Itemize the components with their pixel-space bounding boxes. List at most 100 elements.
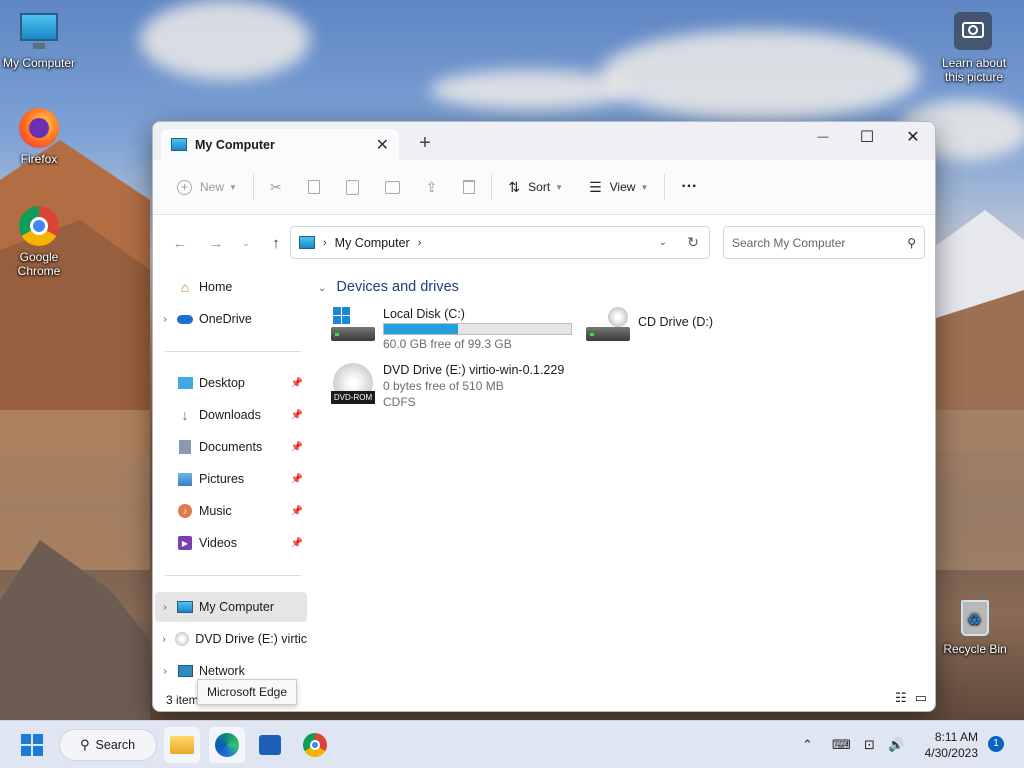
chrome-icon — [303, 733, 327, 757]
title-bar[interactable]: My Computer ✕ + — ☐ ✕ — [153, 122, 935, 160]
network-status-icon[interactable]: ⊡ — [864, 737, 875, 753]
search-icon: ⚲ — [80, 737, 90, 752]
tiles-view-icon[interactable]: ▭ — [915, 690, 927, 706]
copy-icon — [307, 180, 320, 194]
separator — [664, 174, 666, 200]
sidebar-item-onedrive[interactable]: › OneDrive — [155, 304, 307, 334]
copy-button[interactable] — [302, 171, 326, 203]
disk-usage-fill — [384, 324, 459, 334]
close-button[interactable]: ✕ — [890, 122, 935, 152]
up-button[interactable]: ↑ — [261, 235, 291, 252]
group-header[interactable]: ⌄ Devices and drives — [318, 279, 459, 295]
tooltip: Microsoft Edge — [197, 679, 298, 705]
drive-name: CD Drive (D:) — [638, 315, 713, 329]
sort-button[interactable]: ⇅ Sort ▼ — [502, 171, 569, 203]
maximize-button[interactable]: ☐ — [844, 122, 890, 152]
more-options-button[interactable]: ··· — [675, 171, 703, 203]
pin-icon[interactable]: 📌 — [291, 474, 303, 485]
new-label: New — [200, 180, 225, 194]
minimize-button[interactable]: — — [800, 122, 846, 152]
sidebar-item-label: Pictures — [199, 472, 245, 486]
desktop-icon-google-chrome[interactable]: Google Chrome — [0, 204, 78, 278]
trash-icon — [463, 180, 476, 194]
taskbar-store[interactable] — [252, 727, 288, 763]
desktop-icon-my-computer[interactable]: My Computer — [0, 10, 78, 70]
paste-button[interactable] — [340, 171, 365, 203]
clock-time: 8:11 AM — [934, 730, 978, 744]
firefox-icon — [17, 106, 61, 150]
keyboard-icon[interactable]: ⌨ — [832, 737, 851, 753]
picture-icon — [175, 471, 195, 487]
desktop-icon-recycle-bin[interactable]: ♻ Recycle Bin — [936, 596, 1014, 656]
chevron-right-icon[interactable]: › — [155, 634, 173, 645]
new-tab-button[interactable]: + — [415, 132, 435, 155]
share-button[interactable]: ⇪ — [420, 171, 444, 203]
view-icon: ☰ — [589, 178, 602, 195]
refresh-icon[interactable]: ↻ — [687, 234, 699, 251]
start-button[interactable] — [14, 727, 50, 763]
clock[interactable]: 8:11 AM 4/30/2023 — [925, 729, 978, 761]
search-input[interactable] — [732, 235, 908, 250]
delete-button[interactable] — [457, 171, 481, 203]
new-button[interactable]: + New ▼ — [171, 171, 243, 203]
view-toggle: ☷ ▭ — [895, 690, 927, 706]
learn-about-picture[interactable]: Learn about this picture — [935, 10, 1013, 84]
cut-button[interactable]: ✂ — [264, 171, 288, 203]
pin-icon[interactable]: 📌 — [291, 410, 303, 421]
taskbar-chrome[interactable] — [297, 727, 333, 763]
chevron-right-icon: › — [417, 236, 422, 249]
taskbar-edge[interactable] — [209, 727, 245, 763]
show-hidden-icons-button[interactable]: ⌃ — [802, 737, 813, 753]
back-button[interactable]: ← — [165, 235, 195, 252]
sidebar-item-downloads[interactable]: ↓ Downloads 📌 — [155, 400, 307, 430]
taskbar-file-explorer[interactable] — [164, 727, 200, 763]
chevron-down-icon: ▼ — [229, 182, 237, 192]
cloud — [430, 70, 630, 110]
pin-icon[interactable]: 📌 — [291, 442, 303, 453]
chevron-right-icon[interactable]: › — [155, 666, 175, 677]
details-view-icon[interactable]: ☷ — [895, 690, 907, 706]
drive-local-disk-c[interactable]: Local Disk (C:) 60.0 GB free of 99.3 GB — [331, 307, 572, 351]
chevron-right-icon[interactable]: › — [155, 602, 175, 613]
search-box[interactable]: ⚲ — [723, 226, 925, 259]
pin-icon[interactable]: 📌 — [291, 538, 303, 549]
pin-icon[interactable]: 📌 — [291, 378, 303, 389]
recent-locations-button[interactable]: ⌄ — [231, 238, 261, 249]
forward-button[interactable]: → — [201, 235, 231, 252]
drive-dvd-e[interactable]: DVD-ROM DVD Drive (E:) virtio-win-0.1.22… — [331, 363, 564, 409]
address-dropdown-button[interactable]: ⌄ — [659, 237, 667, 248]
notification-badge[interactable]: 1 — [988, 736, 1004, 752]
sort-icon: ⇅ — [508, 178, 521, 195]
volume-icon[interactable]: 🔊 — [888, 737, 904, 753]
separator — [252, 174, 254, 200]
sidebar-item-label: Documents — [199, 440, 263, 454]
view-label: View — [609, 180, 636, 194]
music-icon: ♪ — [175, 503, 195, 519]
sidebar-item-dvd-drive[interactable]: › DVD Drive (E:) virtic — [155, 624, 307, 654]
sidebar-item-my-computer[interactable]: › My Computer — [155, 592, 307, 622]
cloud — [140, 0, 310, 80]
tab-close-button[interactable]: ✕ — [376, 135, 389, 155]
search-icon: ⚲ — [907, 235, 916, 250]
sidebar-item-pictures[interactable]: Pictures 📌 — [155, 464, 307, 494]
folder-icon — [170, 736, 194, 754]
desktop-icon-firefox[interactable]: Firefox — [0, 106, 78, 166]
dvd-rom-label: DVD-ROM — [331, 391, 375, 404]
drive-cd-d[interactable]: CD Drive (D:) — [586, 307, 713, 345]
sidebar-item-videos[interactable]: ▶ Videos 📌 — [155, 528, 307, 558]
rename-button[interactable] — [379, 171, 406, 203]
sort-label: Sort — [528, 180, 551, 194]
sidebar-item-documents[interactable]: Documents 📌 — [155, 432, 307, 462]
sidebar-item-home[interactable]: ⌂ Home — [155, 272, 307, 302]
dvd-rom-icon: DVD-ROM — [331, 363, 377, 407]
taskbar-search[interactable]: ⚲ Search — [59, 729, 157, 761]
sidebar-item-music[interactable]: ♪ Music 📌 — [155, 496, 307, 526]
pin-icon[interactable]: 📌 — [291, 506, 303, 517]
chevron-right-icon: › — [323, 236, 327, 249]
chevron-right-icon[interactable]: › — [155, 314, 175, 325]
view-button[interactable]: ☰ View ▼ — [583, 171, 654, 203]
sidebar-item-label: DVD Drive (E:) virtic — [195, 632, 307, 646]
sidebar-item-desktop[interactable]: Desktop 📌 — [155, 368, 307, 398]
tab-my-computer[interactable]: My Computer ✕ — [161, 129, 399, 160]
address-bar[interactable]: › My Computer › ⌄ ↻ — [290, 226, 710, 259]
